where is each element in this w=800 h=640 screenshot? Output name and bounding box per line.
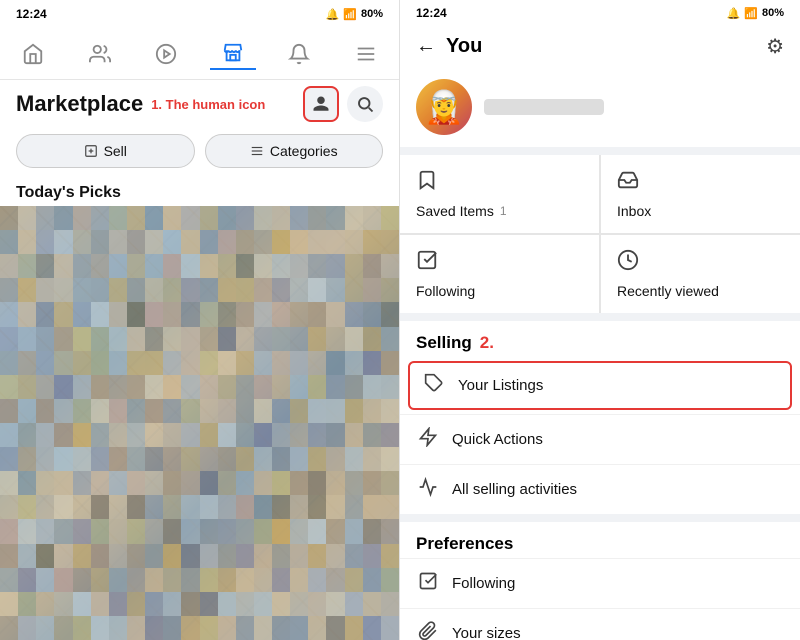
your-sizes-label: Your sizes	[452, 625, 521, 640]
categories-label: Categories	[270, 143, 338, 159]
your-listings-item[interactable]: Your Listings	[408, 361, 792, 410]
today-picks-title: Today's Picks	[0, 178, 399, 206]
saved-items-card[interactable]: Saved Items 1	[400, 155, 599, 233]
nav-menu[interactable]	[343, 39, 389, 69]
left-toolbar: Marketplace 1. The human icon	[0, 80, 399, 128]
your-sizes-item[interactable]: Your sizes	[400, 608, 800, 640]
inbox-icon	[617, 169, 784, 197]
selling-section: Selling 2. Your Listings Quick Actions	[400, 321, 800, 514]
right-time: 12:24	[416, 6, 447, 20]
left-status-icons: 🔔 📶 80%	[326, 8, 383, 21]
following-card[interactable]: Following	[400, 235, 599, 313]
marketplace-title: Marketplace	[16, 91, 143, 117]
left-panel: 12:24 🔔 📶 80%	[0, 0, 400, 640]
right-signal-icon: 📶	[744, 7, 758, 20]
selling-annotation: 2.	[480, 333, 494, 353]
nav-store[interactable]	[210, 38, 256, 70]
inbox-card[interactable]: Inbox	[601, 155, 800, 233]
saved-items-label: Saved Items 1	[416, 203, 583, 219]
picks-image-area: // Will be rendered via inline approach	[0, 206, 399, 640]
profile-section: 🧝	[400, 67, 800, 147]
saved-items-icon	[416, 169, 583, 197]
right-panel: 12:24 🔔 📶 80% ← You ⚙ 🧝 Saved Items	[400, 0, 800, 640]
grid-cards-section: Saved Items 1 Inbox	[400, 155, 800, 313]
following-pref-item[interactable]: Following	[400, 558, 800, 608]
all-selling-icon	[416, 477, 440, 502]
preferences-section: Preferences Following Your sizes	[400, 522, 800, 640]
profile-icon-button[interactable]	[303, 86, 339, 122]
your-listings-label: Your Listings	[458, 377, 543, 394]
avatar-emoji: 🧝	[424, 88, 464, 126]
left-time: 12:24	[16, 7, 47, 21]
nav-bell[interactable]	[276, 39, 322, 69]
your-listings-icon	[422, 373, 446, 398]
left-status-bar: 12:24 🔔 📶 80%	[0, 0, 399, 28]
inbox-label: Inbox	[617, 203, 784, 219]
following-icon	[416, 249, 583, 277]
following-pref-icon	[416, 571, 440, 596]
annotation-human-icon: 1. The human icon	[151, 97, 265, 112]
sell-button[interactable]: Sell	[16, 134, 195, 168]
nav-bar	[0, 28, 399, 80]
search-button[interactable]	[347, 86, 383, 122]
nav-video[interactable]	[143, 39, 189, 69]
following-pref-label: Following	[452, 575, 515, 592]
recently-viewed-icon	[617, 249, 784, 277]
right-notification-icon: 🔔	[727, 7, 741, 20]
sell-label: Sell	[104, 143, 127, 159]
battery-label: 80%	[361, 8, 383, 20]
right-status-icons: 🔔 📶 80%	[727, 7, 784, 20]
right-status-bar: 12:24 🔔 📶 80%	[400, 0, 800, 26]
right-battery-label: 80%	[762, 7, 784, 19]
following-label: Following	[416, 283, 583, 299]
quick-actions-icon	[416, 427, 440, 452]
toolbar-right	[303, 86, 383, 122]
preferences-title: Preferences	[400, 522, 800, 558]
selling-title: Selling	[416, 333, 472, 353]
all-selling-label: All selling activities	[452, 481, 577, 498]
action-row: Sell Categories	[0, 128, 399, 178]
nav-home[interactable]	[10, 39, 56, 69]
recently-viewed-label: Recently viewed	[617, 283, 784, 299]
categories-button[interactable]: Categories	[205, 134, 384, 168]
avatar: 🧝	[416, 79, 472, 135]
nav-people[interactable]	[77, 39, 123, 69]
your-sizes-icon	[416, 621, 440, 640]
settings-icon[interactable]: ⚙	[766, 34, 784, 59]
right-toolbar: ← You ⚙	[400, 26, 800, 67]
back-button[interactable]: ←	[416, 35, 436, 58]
quick-actions-label: Quick Actions	[452, 431, 543, 448]
notification-icon: 🔔	[326, 8, 340, 21]
selling-header: Selling 2.	[400, 321, 800, 357]
saved-items-badge: 1	[500, 204, 507, 218]
you-title: You	[446, 35, 756, 58]
quick-actions-item[interactable]: Quick Actions	[400, 414, 800, 464]
recently-viewed-card[interactable]: Recently viewed	[601, 235, 800, 313]
all-selling-item[interactable]: All selling activities	[400, 464, 800, 514]
profile-name-blur	[484, 99, 604, 115]
signal-icon: 📶	[343, 8, 357, 21]
